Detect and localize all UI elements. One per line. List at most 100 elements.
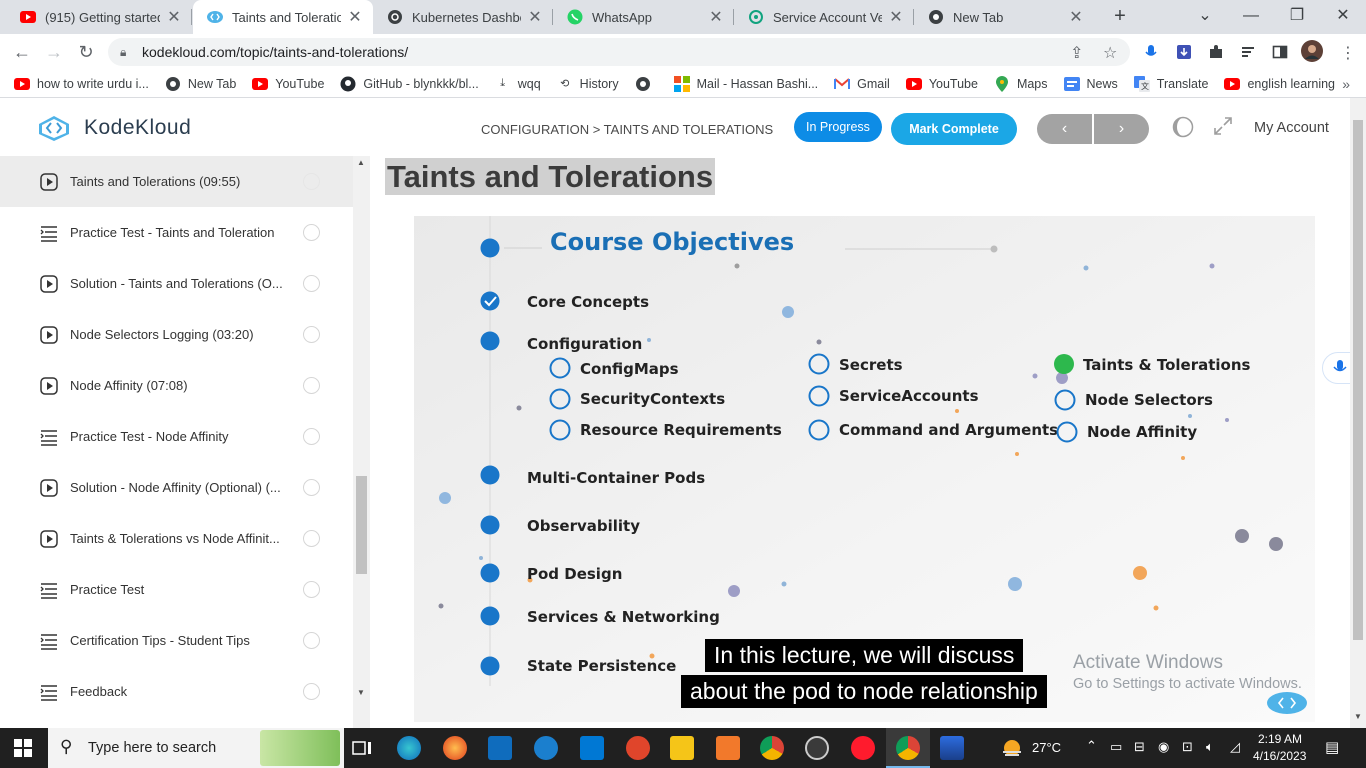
windows-start-icon[interactable] [14, 739, 32, 762]
minimize-icon[interactable]: — [1236, 4, 1266, 28]
forward-icon[interactable]: → [42, 40, 66, 64]
reading-list-icon[interactable] [1239, 43, 1257, 61]
address-bar[interactable]: 🔒︎ kodekloud.com/topic/taints-and-tolera… [108, 38, 1130, 66]
completion-checkbox[interactable] [303, 326, 320, 343]
back-icon[interactable]: ← [10, 40, 34, 64]
scrollbar-thumb[interactable] [1353, 120, 1363, 640]
restore-icon[interactable]: ❐ [1282, 4, 1312, 28]
bookmark-item[interactable]: News [1063, 76, 1118, 92]
photos-icon[interactable] [940, 736, 964, 760]
bookmark-item[interactable]: Mail - Hassan Bashi... [673, 75, 818, 92]
lesson-item[interactable]: Solution - Taints and Tolerations (O... [0, 258, 353, 309]
weather-icon[interactable] [1000, 736, 1024, 760]
bookmark-item[interactable]: YouTube [252, 76, 324, 92]
wifi-icon[interactable]: ◿ [1230, 739, 1240, 755]
bookmark-item[interactable]: New Tab [165, 76, 236, 92]
bookmark-item[interactable]: how to write urdu i... [14, 76, 149, 92]
voice-assistant-tab[interactable] [1322, 352, 1352, 384]
kodekloud-logo[interactable]: KodeKloud [34, 114, 191, 142]
network-icon[interactable]: ⊟ [1134, 739, 1145, 755]
bookmark-item[interactable] [635, 76, 658, 92]
edge-icon[interactable] [397, 736, 421, 760]
completion-checkbox[interactable] [303, 632, 320, 649]
my-account-link[interactable]: My Account [1254, 120, 1329, 136]
store-icon[interactable] [488, 736, 512, 760]
share-icon[interactable]: ⇪ [1070, 43, 1083, 63]
obs-icon[interactable] [805, 736, 829, 760]
scroll-up-icon[interactable]: ▲ [357, 158, 365, 167]
page-scrollbar[interactable]: ▼ [1350, 98, 1366, 728]
close-icon[interactable]: ✕ [1068, 7, 1084, 27]
clock-date[interactable]: 4/16/2023 [1253, 749, 1306, 763]
tab-service-account[interactable]: Service Account Versio ✕ [734, 0, 914, 34]
lesson-item[interactable]: Practice Test - Taints and Toleration [0, 207, 353, 258]
lesson-item[interactable]: Solution - Node Affinity (Optional) (... [0, 462, 353, 513]
taskbar-search-input[interactable]: ⚲ Type here to search [48, 728, 344, 768]
more-bookmarks-icon[interactable]: » [1342, 76, 1350, 92]
close-window-icon[interactable]: ✕ [1328, 4, 1358, 28]
lesson-item[interactable]: Taints and Tolerations (09:55) [0, 156, 353, 207]
next-lesson-button[interactable]: › [1094, 114, 1149, 144]
screen-record-icon[interactable]: ⊡ [1182, 739, 1193, 755]
download-extension-icon[interactable] [1175, 43, 1193, 61]
completion-checkbox[interactable] [303, 224, 320, 241]
scroll-down-icon[interactable]: ▼ [1354, 712, 1362, 721]
tab-youtube[interactable]: (915) Getting started w ✕ [6, 0, 192, 34]
battery-icon[interactable]: ▭ [1110, 739, 1122, 755]
mark-complete-button[interactable]: Mark Complete [891, 113, 1017, 145]
microphone-extension-icon[interactable] [1142, 43, 1160, 61]
lesson-item[interactable]: Node Affinity (07:08) [0, 360, 353, 411]
close-icon[interactable]: ✕ [166, 7, 182, 27]
bookmark-item[interactable]: ⟲ History [557, 76, 619, 92]
in-progress-badge[interactable]: In Progress [794, 112, 882, 142]
close-icon[interactable]: ✕ [888, 7, 904, 27]
bookmark-item[interactable]: YouTube [905, 76, 978, 92]
lesson-item[interactable]: Taints & Tolerations vs Node Affinit... [0, 513, 353, 564]
tab-new-tab[interactable]: New Tab ✕ [914, 0, 1094, 34]
opera-icon[interactable] [851, 736, 875, 760]
sidebar-scrollbar[interactable]: ▲ ▼ [353, 156, 370, 728]
completion-checkbox[interactable] [303, 173, 320, 190]
bookmark-star-icon[interactable]: ☆ [1103, 43, 1117, 63]
mail-icon[interactable] [580, 736, 604, 760]
lesson-item[interactable]: Feedback [0, 666, 353, 717]
breadcrumb[interactable]: CONFIGURATION > TAINTS AND TOLERATIONS [481, 122, 773, 137]
side-panel-icon[interactable] [1271, 43, 1289, 61]
close-icon[interactable]: ✕ [347, 7, 363, 27]
extensions-puzzle-icon[interactable] [1207, 43, 1225, 61]
tab-search-icon[interactable]: ⌄ [1190, 4, 1220, 28]
bookmark-item[interactable]: english learning [1224, 76, 1335, 92]
bookmark-item[interactable]: 文 Translate [1133, 75, 1208, 92]
dark-mode-icon[interactable] [1172, 116, 1194, 144]
tray-expand-icon[interactable]: ⌃ [1086, 738, 1097, 754]
bookmark-item[interactable]: ⤓ wqq [495, 76, 540, 92]
tab-whatsapp[interactable]: WhatsApp ✕ [553, 0, 734, 34]
file-explorer-icon[interactable] [670, 736, 694, 760]
task-view-icon[interactable] [350, 736, 374, 760]
kebab-menu-icon[interactable]: ⋮ [1340, 43, 1356, 63]
lesson-item[interactable]: Certification Tips - Student Tips [0, 615, 353, 666]
chrome-taskbar-icon[interactable] [760, 736, 784, 760]
completion-checkbox[interactable] [303, 530, 320, 547]
previous-lesson-button[interactable]: ‹ [1037, 114, 1092, 144]
lesson-item[interactable]: Node Selectors Logging (03:20) [0, 309, 353, 360]
new-tab-button[interactable]: + [1108, 4, 1132, 28]
profile-avatar[interactable] [1301, 40, 1323, 62]
completion-checkbox[interactable] [303, 683, 320, 700]
bookmark-item[interactable]: Gmail [834, 76, 890, 92]
app-swirl-icon[interactable] [626, 736, 650, 760]
settings-app-icon[interactable] [716, 736, 740, 760]
fullscreen-icon[interactable] [1213, 116, 1233, 142]
volume-icon[interactable]: 🔈︎ [1206, 739, 1214, 755]
completion-checkbox[interactable] [303, 581, 320, 598]
bookmark-item[interactable]: GitHub - blynkkk/bl... [340, 76, 479, 92]
skype-icon[interactable] [534, 736, 558, 760]
notifications-icon[interactable]: ▤ [1325, 738, 1339, 756]
camera-icon[interactable]: ◉ [1158, 739, 1169, 755]
reload-icon[interactable]: ↻ [74, 40, 98, 64]
tab-taints-tolerations[interactable]: Taints and Tolerations ✕ [193, 0, 373, 34]
active-chrome-taskbar-button[interactable] [886, 728, 930, 768]
scrollbar-thumb[interactable] [356, 476, 367, 574]
lock-icon[interactable]: 🔒︎ [120, 45, 134, 60]
bookmark-item[interactable]: Maps [994, 75, 1048, 92]
